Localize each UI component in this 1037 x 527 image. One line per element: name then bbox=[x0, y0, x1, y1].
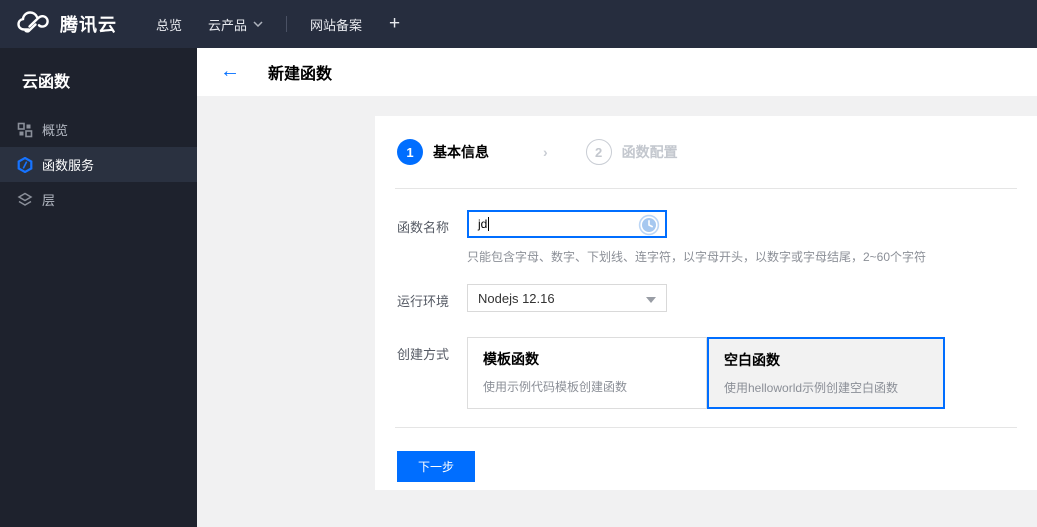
method-card-title: 空白函数 bbox=[724, 352, 780, 368]
topnav-separator bbox=[286, 16, 288, 32]
layers-icon bbox=[17, 192, 33, 208]
select-caret-icon bbox=[646, 297, 656, 303]
sidebar-menu: 概览 函数服务 层 bbox=[0, 112, 197, 217]
sidebar-item-function-service[interactable]: 函数服务 bbox=[0, 147, 197, 182]
topnav-products-label: 云产品 bbox=[208, 17, 248, 33]
method-card-desc: 使用示例代码模板创建函数 bbox=[483, 380, 628, 394]
text-cursor bbox=[488, 217, 490, 231]
method-card-desc: 使用helloworld示例创建空白函数 bbox=[724, 381, 899, 395]
creation-method-row: 创建方式 模板函数 使用示例代码模板创建函数 空白函数 使用helloworld… bbox=[397, 337, 1015, 409]
function-name-field-group: jd 只能包含字母、数字、下划线、连字符，以字母开头，以数字或字母结尾，2~60… bbox=[467, 210, 926, 265]
chevron-down-icon bbox=[253, 21, 263, 27]
next-step-button[interactable]: 下一步 bbox=[397, 451, 475, 482]
step-2-circle: 2 bbox=[585, 139, 612, 165]
sidebar-item-layers[interactable]: 层 bbox=[0, 182, 197, 217]
function-service-icon bbox=[17, 156, 33, 173]
function-name-row: 函数名称 jd 只能包含字母、数字、下划线、连字符，以字母开头，以数字或字母结尾… bbox=[397, 210, 1015, 265]
page-title: 新建函数 bbox=[268, 66, 333, 83]
method-card-template-function[interactable]: 模板函数 使用示例代码模板创建函数 bbox=[467, 337, 707, 409]
brand-name: 腾讯云 bbox=[60, 15, 117, 35]
content-area: 1 基本信息 › 2 函数配置 函数名称 jd 只能包含字母、数字、下划线、连字… bbox=[197, 96, 1037, 527]
runtime-label: 运行环境 bbox=[397, 294, 450, 309]
topnav-icp[interactable]: 网站备案 bbox=[297, 0, 375, 48]
method-card-title: 模板函数 bbox=[483, 351, 539, 367]
grid-icon bbox=[17, 122, 33, 138]
topnav-icp-label: 网站备案 bbox=[310, 17, 363, 33]
brand[interactable]: 腾讯云 bbox=[0, 10, 117, 39]
sidebar: 云函数 概览 函数服务 层 bbox=[0, 48, 197, 527]
step-function-config: 2 函数配置 bbox=[585, 139, 678, 165]
topnav-overview[interactable]: 总览 bbox=[143, 0, 195, 48]
creation-method-options: 模板函数 使用示例代码模板创建函数 空白函数 使用helloworld示例创建空… bbox=[467, 337, 945, 409]
method-card-blank-function[interactable]: 空白函数 使用helloworld示例创建空白函数 bbox=[707, 337, 945, 409]
back-arrow-icon[interactable]: ← bbox=[197, 61, 240, 83]
plus-icon[interactable]: + bbox=[375, 13, 414, 35]
step-indicator: 1 基本信息 › 2 函数配置 bbox=[375, 116, 1037, 188]
step-1-label: 基本信息 bbox=[433, 144, 489, 160]
topnav-overview-label: 总览 bbox=[156, 17, 183, 33]
topnav-products[interactable]: 云产品 bbox=[195, 0, 276, 48]
page-header: ← 新建函数 bbox=[197, 48, 1037, 96]
step-separator-chevron: › bbox=[543, 144, 548, 160]
creation-method-label: 创建方式 bbox=[397, 347, 450, 362]
step-basic-info: 1 基本信息 bbox=[397, 139, 489, 165]
create-function-form: 函数名称 jd 只能包含字母、数字、下划线、连字符，以字母开头，以数字或字母结尾… bbox=[375, 189, 1037, 409]
step-1-circle: 1 bbox=[397, 139, 423, 165]
sidebar-item-label: 层 bbox=[42, 193, 56, 208]
function-name-hint: 只能包含字母、数字、下划线、连字符，以字母开头，以数字或字母结尾，2~60个字符 bbox=[467, 250, 927, 264]
sidebar-item-label: 函数服务 bbox=[42, 158, 95, 173]
step-2-label: 函数配置 bbox=[621, 144, 678, 160]
function-name-label: 函数名称 bbox=[397, 220, 450, 235]
pending-clock-icon bbox=[638, 214, 660, 241]
topnav: 总览 云产品 网站备案 + bbox=[143, 0, 414, 48]
create-function-card: 1 基本信息 › 2 函数配置 函数名称 jd 只能包含字母、数字、下划线、连字… bbox=[375, 116, 1037, 490]
runtime-selected-value: Nodejs 12.16 bbox=[478, 290, 555, 306]
tencent-cloud-logo-icon bbox=[16, 10, 50, 39]
runtime-row: 运行环境 Nodejs 12.16 bbox=[397, 284, 1015, 312]
function-name-value: jd bbox=[478, 217, 488, 231]
card-footer: 下一步 bbox=[375, 428, 1037, 482]
topbar: 腾讯云 总览 云产品 网站备案 + bbox=[0, 0, 1037, 48]
function-name-input[interactable]: jd bbox=[467, 210, 667, 238]
sidebar-item-label: 概览 bbox=[42, 123, 69, 138]
sidebar-title: 云函数 bbox=[22, 74, 71, 91]
runtime-select[interactable]: Nodejs 12.16 bbox=[467, 284, 667, 312]
sidebar-item-overview[interactable]: 概览 bbox=[0, 112, 197, 147]
